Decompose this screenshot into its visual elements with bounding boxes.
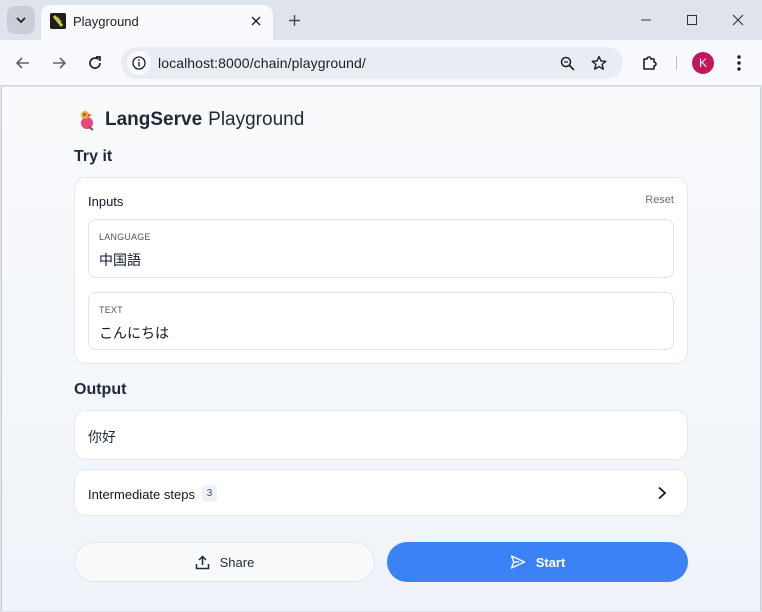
extensions-button[interactable] (637, 50, 663, 76)
tab-close-icon[interactable] (247, 12, 265, 30)
output-card: 你好 (74, 410, 688, 460)
start-button[interactable]: Start (387, 542, 688, 582)
output-value: 你好 (88, 430, 116, 446)
reload-button[interactable] (82, 50, 108, 76)
browser-tab[interactable]: Playground (41, 5, 273, 40)
maximize-button[interactable] (680, 8, 704, 32)
share-label: Share (219, 554, 255, 570)
text-input[interactable]: こんにちは (99, 323, 169, 343)
puzzle-icon (643, 56, 657, 70)
inputs-card: Inputs Reset LANGUAGE 中国語 TEXT こんにちは (74, 177, 688, 364)
langserve-logo-icon (81, 111, 94, 131)
app-header: LangServe Playground (77, 109, 304, 131)
favicon-icon (50, 13, 66, 29)
chevron-down-icon (16, 17, 26, 24)
language-input[interactable]: 中国語 (99, 250, 141, 270)
reload-icon (89, 56, 101, 69)
kebab-menu-icon (737, 55, 741, 71)
output-heading: Output (74, 381, 127, 398)
browser-toolbar: localhost:8000/chain/playground/ K (0, 40, 762, 86)
site-info-icon[interactable] (127, 51, 151, 75)
tab-title: Playground (73, 14, 139, 29)
intermediate-steps-label: Intermediate steps (88, 487, 195, 502)
toolbar-divider (676, 56, 677, 70)
language-field[interactable]: LANGUAGE 中国語 (88, 219, 674, 278)
browser-menu-button[interactable] (727, 50, 751, 76)
arrow-left-icon (15, 57, 29, 69)
profile-avatar[interactable]: K (692, 52, 714, 74)
plus-icon (288, 14, 300, 26)
send-icon (510, 555, 525, 569)
maximize-icon (687, 15, 697, 25)
tab-strip: Playground (0, 0, 762, 40)
url-text[interactable]: localhost:8000/chain/playground/ (158, 55, 366, 71)
back-button[interactable] (10, 50, 36, 76)
zoom-icon[interactable] (555, 51, 579, 75)
text-field[interactable]: TEXT こんにちは (88, 292, 674, 350)
start-label: Start (535, 554, 566, 570)
inputs-title: Inputs (88, 194, 124, 209)
bookmark-star-icon[interactable] (587, 51, 611, 75)
chevron-right-icon[interactable] (654, 484, 670, 502)
window-close-button[interactable] (726, 8, 750, 32)
intermediate-steps-toggle[interactable]: Intermediate steps 3 (74, 469, 688, 516)
tab-search-button[interactable] (7, 6, 35, 34)
minimize-button[interactable] (634, 8, 658, 32)
field-label: LANGUAGE (99, 232, 151, 242)
close-icon (732, 14, 744, 26)
address-bar[interactable]: localhost:8000/chain/playground/ (121, 47, 623, 79)
share-upload-icon (195, 554, 209, 569)
brand-name: LangServe (105, 109, 203, 130)
reset-button[interactable]: Reset (645, 194, 674, 206)
new-tab-button[interactable] (283, 9, 305, 31)
forward-button[interactable] (46, 50, 72, 76)
field-label: TEXT (99, 305, 123, 315)
minimize-icon (641, 19, 651, 21)
steps-count-badge: 3 (202, 485, 217, 502)
brand-subtitle: Playground (208, 109, 305, 130)
share-button[interactable]: Share (74, 542, 375, 582)
try-it-heading: Try it (74, 148, 113, 165)
arrow-right-icon (53, 57, 67, 69)
